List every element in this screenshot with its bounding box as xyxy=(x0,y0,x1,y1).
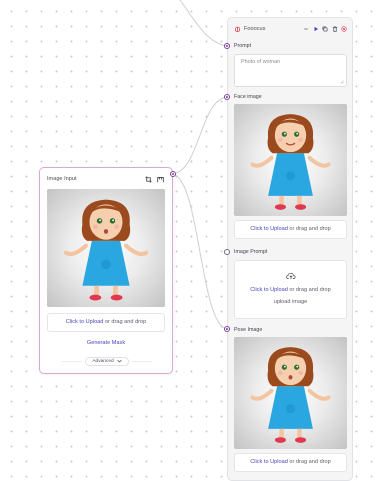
upload-hint: or drag and drop xyxy=(287,459,331,466)
chevron-down-icon xyxy=(116,359,122,365)
image-prompt-input-port[interactable] xyxy=(224,249,230,255)
input-image-preview[interactable] xyxy=(47,189,165,307)
pose-image-label: Pose Image xyxy=(234,327,263,333)
fooocus-title: Fooocus xyxy=(244,26,266,32)
crop-icon[interactable] xyxy=(145,175,152,183)
girl-illustration xyxy=(250,347,331,443)
advanced-label: Advanced xyxy=(92,359,114,364)
resize-grip-icon[interactable] xyxy=(339,79,344,84)
prompt-input-port[interactable] xyxy=(224,43,230,49)
generate-mask-button[interactable]: Generate Mask xyxy=(40,340,172,346)
prompt-textarea[interactable]: Photo of woman xyxy=(234,54,347,87)
trash-icon[interactable] xyxy=(332,26,338,32)
upload-link[interactable]: Click to Upload xyxy=(250,226,288,232)
face-image-label: Face image xyxy=(234,94,262,100)
resize-icon[interactable] xyxy=(157,176,164,183)
upload-hint: or drag and drop xyxy=(103,319,147,326)
image-prompt-upload-area[interactable]: Click to Upload or drag and drop upload … xyxy=(234,260,347,319)
wire-to-face xyxy=(172,96,228,175)
face-image-upload-area[interactable]: Click to Upload or drag and drop xyxy=(234,220,347,239)
divider xyxy=(62,361,82,362)
face-image-preview[interactable] xyxy=(234,104,347,216)
wire-top xyxy=(179,0,228,47)
image-input-upload-area[interactable]: Click to Upload or drag and drop xyxy=(47,313,165,332)
upload-link[interactable]: Click to Upload xyxy=(250,287,288,293)
image-input-output-port[interactable] xyxy=(170,171,176,177)
upload-hint: or drag and drop xyxy=(287,226,331,233)
fooocus-node[interactable]: Fooocus Prompt Photo of woman Face image xyxy=(227,17,353,481)
wire-to-pose xyxy=(172,173,228,330)
prompt-label: Prompt xyxy=(234,43,252,49)
image-input-node[interactable]: Image Input Click to Upload or drag and … xyxy=(39,167,173,374)
fooocus-header: Fooocus xyxy=(234,23,347,35)
upload-link[interactable]: Click to Upload xyxy=(66,319,104,325)
pose-image-upload-area[interactable]: Click to Upload or drag and drop xyxy=(234,453,347,472)
image-input-title: Image Input xyxy=(47,176,77,182)
upload-cloud-icon xyxy=(285,272,296,280)
advanced-button[interactable]: Advanced xyxy=(85,357,129,366)
close-icon[interactable] xyxy=(341,26,347,32)
pose-image-input-port[interactable] xyxy=(224,326,230,332)
image-input-header: Image Input xyxy=(47,173,164,185)
upload-hint-line2: upload image xyxy=(273,299,308,305)
image-prompt-label: Image Prompt xyxy=(234,249,268,255)
upload-hint: or drag and drop xyxy=(287,287,331,294)
pose-image-preview[interactable] xyxy=(234,337,347,449)
girl-illustration xyxy=(250,114,331,210)
copy-icon[interactable] xyxy=(322,26,328,32)
brain-icon xyxy=(234,20,241,38)
play-icon[interactable] xyxy=(313,26,319,32)
prompt-placeholder: Photo of woman xyxy=(241,59,280,65)
divider xyxy=(132,361,152,362)
upload-link[interactable]: Click to Upload xyxy=(250,459,288,465)
face-image-input-port[interactable] xyxy=(224,94,230,100)
minus-icon[interactable] xyxy=(303,26,309,32)
girl-illustration xyxy=(63,199,149,301)
